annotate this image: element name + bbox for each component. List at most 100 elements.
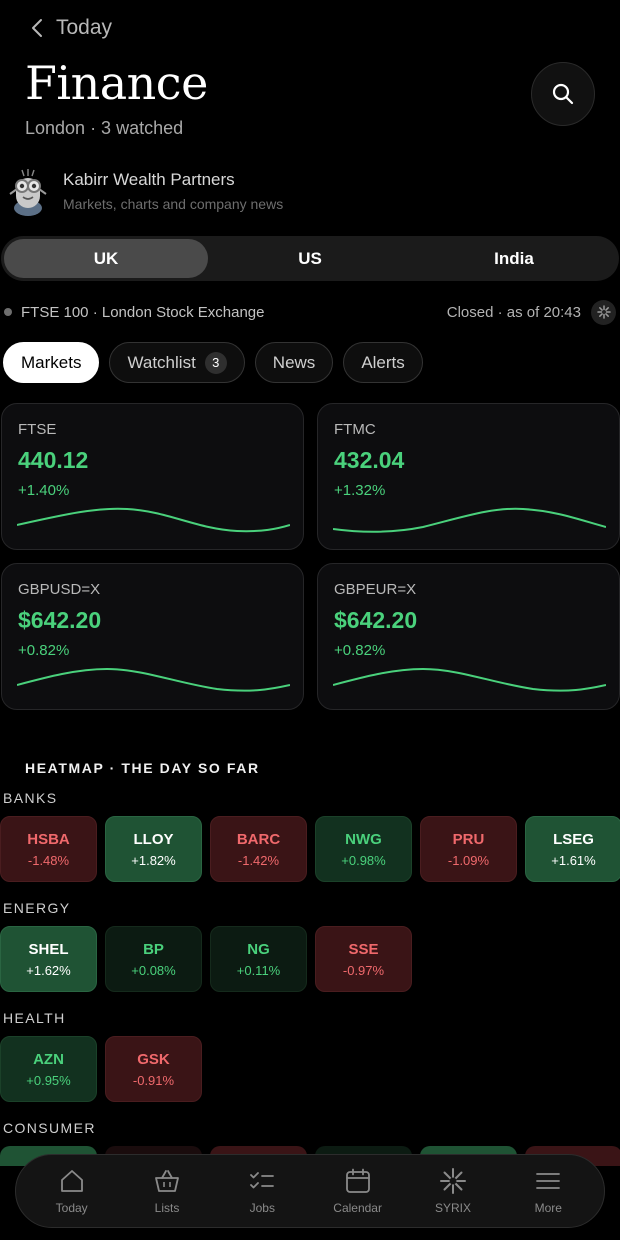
tile-change: -0.97% (342, 962, 385, 978)
sector-label-energy: ENERGY (3, 900, 71, 916)
tile-symbol: BARC (236, 830, 281, 848)
market-closed-label: Closed · as of 20:43 (446, 303, 581, 321)
tab-more[interactable]: More (503, 1167, 593, 1215)
watchlist-count-badge: 3 (204, 351, 227, 374)
checklist-icon (250, 1172, 275, 1189)
tile-change: -1.09% (447, 852, 490, 868)
tile-change: +0.95% (26, 1072, 71, 1088)
tile-change: +0.11% (236, 962, 281, 978)
card-symbol: GBPEUR=X (334, 581, 417, 598)
card-symbol: GBPUSD=X (18, 581, 101, 598)
sector-label-health: HEALTH (3, 1010, 66, 1026)
chip-news[interactable]: News (254, 342, 334, 383)
sector-label-banks: BANKS (3, 790, 58, 806)
chip-watchlist[interactable]: Watchlist 3 (109, 342, 245, 383)
region-selector: UK US India (1, 236, 619, 281)
tab-today[interactable]: Today (27, 1167, 117, 1215)
chip-alerts[interactable]: Alerts (343, 342, 423, 383)
chevron-left-icon (32, 19, 42, 37)
chip-label: Markets (21, 352, 82, 372)
search-button[interactable] (531, 62, 595, 126)
index-card-ftse[interactable]: FTSE 440.12 +1.40% (1, 403, 304, 550)
tile-change: -0.91% (132, 1072, 175, 1088)
card-price: $642.20 (334, 607, 418, 633)
tile-symbol: SSE (348, 940, 379, 958)
tab-label: SYRIX (434, 1201, 471, 1215)
region-india[interactable]: India (412, 239, 616, 278)
tab-label: Calendar (333, 1201, 382, 1215)
sparkline (17, 667, 290, 692)
tile-change: +1.61% (551, 852, 596, 868)
heatmap-tile[interactable]: BARC -1.42% (210, 816, 307, 882)
search-icon (552, 83, 574, 105)
tile-change: +1.82% (131, 852, 176, 868)
card-change: +1.40% (18, 482, 70, 499)
chip-label: Alerts (361, 352, 405, 372)
back-button[interactable]: Today (30, 16, 112, 40)
tile-symbol: SHEL (28, 940, 69, 958)
brand-description: Markets, charts and company news (63, 196, 284, 212)
tile-symbol: AZN (33, 1050, 64, 1068)
tab-calendar[interactable]: Calendar (313, 1167, 403, 1215)
syrix-icon (596, 305, 611, 319)
status-dot (4, 308, 12, 316)
tile-change: +0.98% (341, 852, 386, 868)
brand-header: Kabirr Wealth Partners Markets, charts a… (4, 164, 283, 218)
sparkline (17, 507, 290, 533)
heatmap-row-energy: SHEL +1.62% BP +0.08% NG +0.11% SSE -0.97% (0, 926, 412, 992)
tile-change: +1.62% (26, 962, 71, 978)
heatmap-tile[interactable]: GSK -0.91% (105, 1036, 202, 1102)
tile-symbol: PRU (452, 830, 485, 848)
tab-jobs[interactable]: Jobs (217, 1167, 307, 1215)
heatmap-tile[interactable]: PRU -1.09% (420, 816, 517, 882)
index-card-ftmc[interactable]: FTMC 432.04 +1.32% (317, 403, 620, 550)
basket-icon (155, 1170, 179, 1192)
menu-icon (536, 1173, 561, 1189)
index-card-gbpusd[interactable]: GBPUSD=X $642.20 +0.82% (1, 563, 304, 710)
tile-change: -1.48% (27, 852, 70, 868)
tile-symbol: HSBA (27, 830, 70, 848)
card-change: +0.82% (334, 642, 386, 659)
tile-symbol: LSEG (553, 830, 594, 848)
heatmap-tile[interactable]: AZN +0.95% (0, 1036, 97, 1102)
heatmap-tile[interactable]: BP +0.08% (105, 926, 202, 992)
heatmap-title: HEATMAP · THE DAY SO FAR (25, 760, 260, 776)
brand-avatar (9, 169, 47, 216)
card-change: +0.82% (18, 642, 70, 659)
page-subtitle: London · 3 watched (25, 118, 184, 138)
tile-symbol: GSK (137, 1050, 170, 1068)
heatmap-tile[interactable]: SHEL +1.62% (0, 926, 97, 992)
tile-symbol: LLOY (133, 830, 174, 848)
syrix-icon (439, 1168, 466, 1194)
heatmap-tile[interactable]: LLOY +1.82% (105, 816, 202, 882)
region-uk[interactable]: UK (4, 239, 208, 278)
home-icon (60, 1170, 83, 1192)
card-symbol: FTMC (334, 421, 376, 438)
tab-label: More (534, 1201, 562, 1215)
syrix-button[interactable] (591, 299, 616, 325)
heatmap-tile[interactable]: SSE -0.97% (315, 926, 412, 992)
chip-markets[interactable]: Markets (3, 342, 100, 383)
heatmap-tile[interactable]: LSEG +1.61% (525, 816, 620, 882)
card-price: $642.20 (18, 607, 102, 633)
exchange-label: FTSE 100 · London Stock Exchange (21, 303, 265, 321)
card-price: 432.04 (334, 447, 405, 473)
tab-syrix[interactable]: SYRIX (408, 1167, 498, 1215)
market-status: FTSE 100 · London Stock Exchange Closed … (4, 299, 616, 325)
card-change: +1.32% (334, 482, 386, 499)
tab-lists[interactable]: Lists (122, 1167, 212, 1215)
region-us[interactable]: US (208, 239, 412, 278)
back-label: Today (56, 16, 113, 39)
heatmap-tile[interactable]: HSBA -1.48% (0, 816, 97, 882)
card-price: 440.12 (18, 447, 89, 473)
chip-label: Watchlist (127, 352, 196, 372)
index-card-gbpeur[interactable]: GBPEUR=X $642.20 +0.82% (317, 563, 620, 710)
bottom-tab-bar: Today Lists Jobs Calendar SYRIX More (15, 1154, 605, 1228)
tab-label: Today (55, 1201, 88, 1215)
page-title: Finance (25, 56, 208, 110)
heatmap-tile[interactable]: NWG +0.98% (315, 816, 412, 882)
tile-symbol: NG (247, 940, 270, 958)
calendar-icon (345, 1168, 370, 1193)
section-chips: Markets Watchlist 3 News Alerts (3, 342, 423, 383)
heatmap-tile[interactable]: NG +0.11% (210, 926, 307, 992)
